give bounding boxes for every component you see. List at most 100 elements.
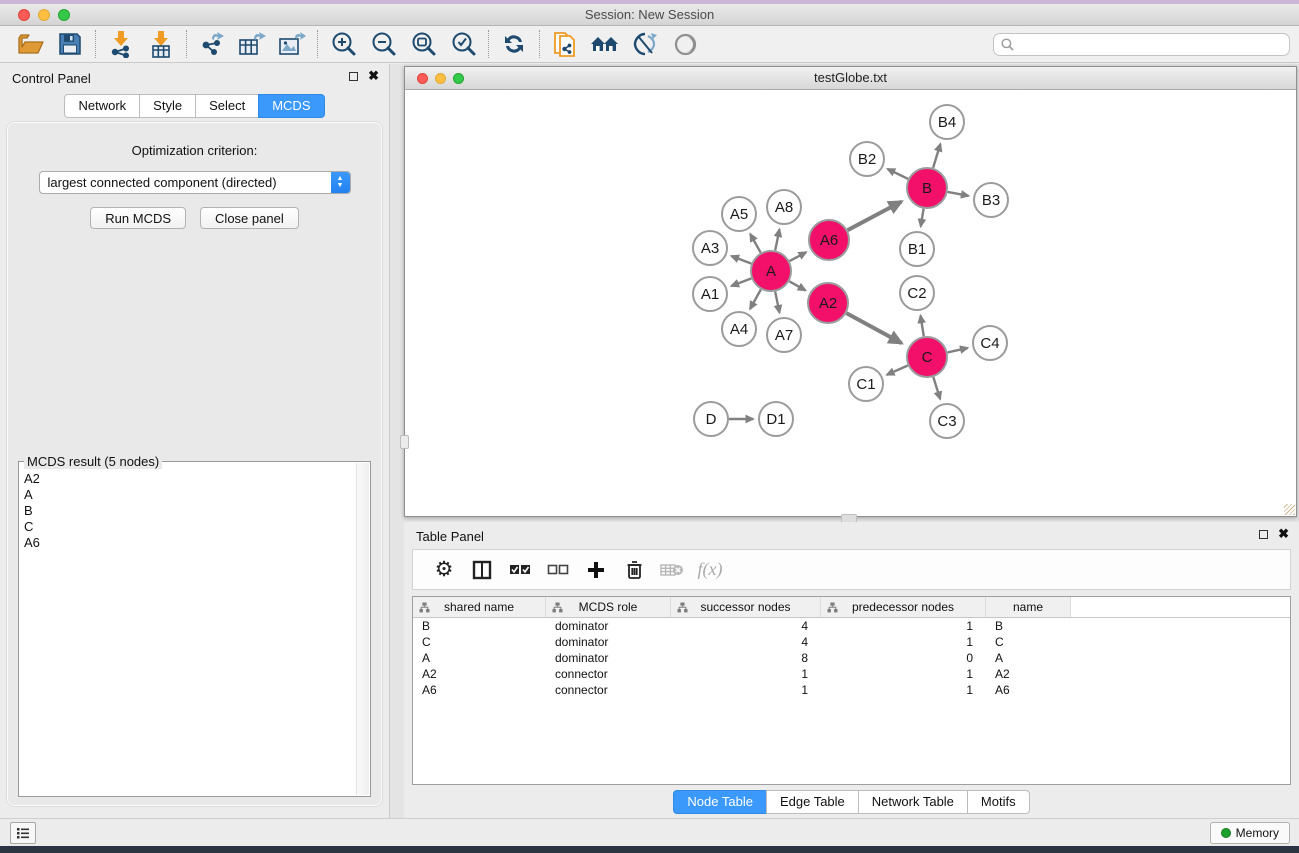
tab-network[interactable]: Network bbox=[64, 94, 140, 118]
table-row[interactable]: Cdominator41C bbox=[413, 634, 1290, 650]
graph-edge-B-B2[interactable] bbox=[888, 169, 909, 179]
zoom-out-icon[interactable] bbox=[363, 28, 403, 60]
result-item[interactable]: A bbox=[24, 487, 355, 503]
network-close-button[interactable] bbox=[417, 73, 428, 84]
tab-edge-table[interactable]: Edge Table bbox=[766, 790, 859, 814]
task-history-button[interactable] bbox=[10, 822, 36, 844]
eye-icon[interactable] bbox=[665, 28, 705, 60]
graph-node-A7[interactable]: A7 bbox=[767, 318, 801, 352]
graph-node-C[interactable]: C bbox=[907, 337, 947, 377]
resize-grip-icon[interactable] bbox=[1284, 504, 1295, 515]
mcds-result-list[interactable]: A2ABCA6 bbox=[20, 465, 355, 795]
graph-edge-A-A3[interactable] bbox=[731, 256, 751, 264]
result-item[interactable]: A6 bbox=[24, 535, 355, 551]
refresh-icon[interactable] bbox=[494, 28, 534, 60]
graph-node-C2[interactable]: C2 bbox=[900, 276, 934, 310]
home-icon[interactable] bbox=[585, 28, 625, 60]
zoom-selected-icon[interactable] bbox=[443, 28, 483, 60]
graph-node-C4[interactable]: C4 bbox=[973, 326, 1007, 360]
select-all-icon[interactable] bbox=[501, 553, 539, 587]
graph-node-D[interactable]: D bbox=[694, 402, 728, 436]
search-box[interactable] bbox=[993, 33, 1290, 56]
close-window-button[interactable] bbox=[18, 9, 30, 21]
save-session-icon[interactable] bbox=[50, 28, 90, 60]
table-row[interactable]: A2connector11A2 bbox=[413, 666, 1290, 682]
graph-edge-A-A1[interactable] bbox=[731, 278, 751, 286]
duplicate-network-icon[interactable] bbox=[545, 28, 585, 60]
graph-node-B4[interactable]: B4 bbox=[930, 105, 964, 139]
minimize-window-button[interactable] bbox=[38, 9, 50, 21]
deselect-all-icon[interactable] bbox=[539, 553, 577, 587]
network-zoom-button[interactable] bbox=[453, 73, 464, 84]
tab-network-table[interactable]: Network Table bbox=[858, 790, 968, 814]
graph-edge-B-B4[interactable] bbox=[933, 144, 940, 168]
zoom-in-icon[interactable] bbox=[323, 28, 363, 60]
network-canvas[interactable]: B4B2BB3A8A5A6A3B1AA1C2A2A4A7C4CC1DD1C3 bbox=[405, 90, 1296, 516]
function-builder-icon[interactable]: f(x) bbox=[691, 553, 729, 587]
search-input[interactable] bbox=[1019, 37, 1282, 52]
close-table-panel-icon[interactable]: ✖ bbox=[1278, 529, 1289, 539]
vertical-splitter-handle[interactable] bbox=[400, 435, 409, 449]
tab-mcds[interactable]: MCDS bbox=[258, 94, 324, 118]
export-table-icon[interactable] bbox=[232, 28, 272, 60]
graph-edge-A-A6[interactable] bbox=[790, 252, 807, 261]
graph-node-B3[interactable]: B3 bbox=[974, 183, 1008, 217]
column-header-shared-name[interactable]: shared name bbox=[413, 597, 546, 618]
graph-edge-A-A4[interactable] bbox=[750, 289, 761, 309]
float-table-panel-icon[interactable] bbox=[1259, 530, 1268, 539]
graph-node-A3[interactable]: A3 bbox=[693, 231, 727, 265]
delete-table-icon[interactable] bbox=[653, 553, 691, 587]
graph-node-A1[interactable]: A1 bbox=[693, 277, 727, 311]
tab-select[interactable]: Select bbox=[195, 94, 259, 118]
close-panel-button[interactable]: Close panel bbox=[200, 207, 299, 229]
memory-button[interactable]: Memory bbox=[1210, 822, 1290, 844]
run-mcds-button[interactable]: Run MCDS bbox=[90, 207, 186, 229]
result-scrollbar[interactable] bbox=[356, 463, 369, 795]
graph-edge-A6-B[interactable] bbox=[848, 202, 902, 231]
add-column-icon[interactable] bbox=[577, 553, 615, 587]
graph-edge-B-B3[interactable] bbox=[948, 192, 969, 196]
table-row[interactable]: Adominator80A bbox=[413, 650, 1290, 666]
zoom-window-button[interactable] bbox=[58, 9, 70, 21]
table-row[interactable]: Bdominator41B bbox=[413, 618, 1290, 634]
delete-column-icon[interactable] bbox=[615, 553, 653, 587]
close-panel-icon[interactable]: ✖ bbox=[368, 71, 379, 81]
table-row[interactable]: A6connector11A6 bbox=[413, 682, 1290, 698]
graph-node-A[interactable]: A bbox=[751, 251, 791, 291]
import-table-icon[interactable] bbox=[141, 28, 181, 60]
network-window-titlebar[interactable]: testGlobe.txt bbox=[405, 67, 1296, 90]
graph-node-B2[interactable]: B2 bbox=[850, 142, 884, 176]
tab-motifs[interactable]: Motifs bbox=[967, 790, 1030, 814]
export-network-icon[interactable] bbox=[192, 28, 232, 60]
graph-node-B[interactable]: B bbox=[907, 168, 947, 208]
graph-node-A6[interactable]: A6 bbox=[809, 220, 849, 260]
result-item[interactable]: B bbox=[24, 503, 355, 519]
graph-node-C1[interactable]: C1 bbox=[849, 367, 883, 401]
graph-edge-A2-C[interactable] bbox=[846, 313, 901, 343]
column-header-name[interactable]: name bbox=[986, 597, 1071, 618]
graph-node-B1[interactable]: B1 bbox=[900, 232, 934, 266]
float-panel-icon[interactable] bbox=[349, 72, 358, 81]
column-header-predecessor-nodes[interactable]: predecessor nodes bbox=[821, 597, 986, 618]
graph-node-A8[interactable]: A8 bbox=[767, 190, 801, 224]
tab-node-table[interactable]: Node Table bbox=[673, 790, 767, 814]
table-settings-icon[interactable]: ⚙ bbox=[425, 553, 463, 587]
graph-node-C3[interactable]: C3 bbox=[930, 404, 964, 438]
graph-edge-A-A8[interactable] bbox=[775, 229, 779, 250]
graph-edge-B-B1[interactable] bbox=[921, 209, 924, 227]
tab-style[interactable]: Style bbox=[139, 94, 196, 118]
zoom-fit-icon[interactable] bbox=[403, 28, 443, 60]
graph-edge-C-C3[interactable] bbox=[933, 377, 940, 399]
graph-node-D1[interactable]: D1 bbox=[759, 402, 793, 436]
graph-edge-C-C1[interactable] bbox=[887, 366, 908, 375]
graph-node-A2[interactable]: A2 bbox=[808, 283, 848, 323]
column-header-successor-nodes[interactable]: successor nodes bbox=[671, 597, 821, 618]
graph-edge-A-A7[interactable] bbox=[775, 292, 779, 313]
show-columns-icon[interactable] bbox=[463, 553, 501, 587]
graph-edge-A-A5[interactable] bbox=[750, 234, 761, 253]
result-item[interactable]: C bbox=[24, 519, 355, 535]
graph-edge-C-C2[interactable] bbox=[921, 316, 924, 337]
result-item[interactable]: A2 bbox=[24, 471, 355, 487]
graph-edge-A-A2[interactable] bbox=[789, 281, 805, 290]
graph-node-A5[interactable]: A5 bbox=[722, 197, 756, 231]
